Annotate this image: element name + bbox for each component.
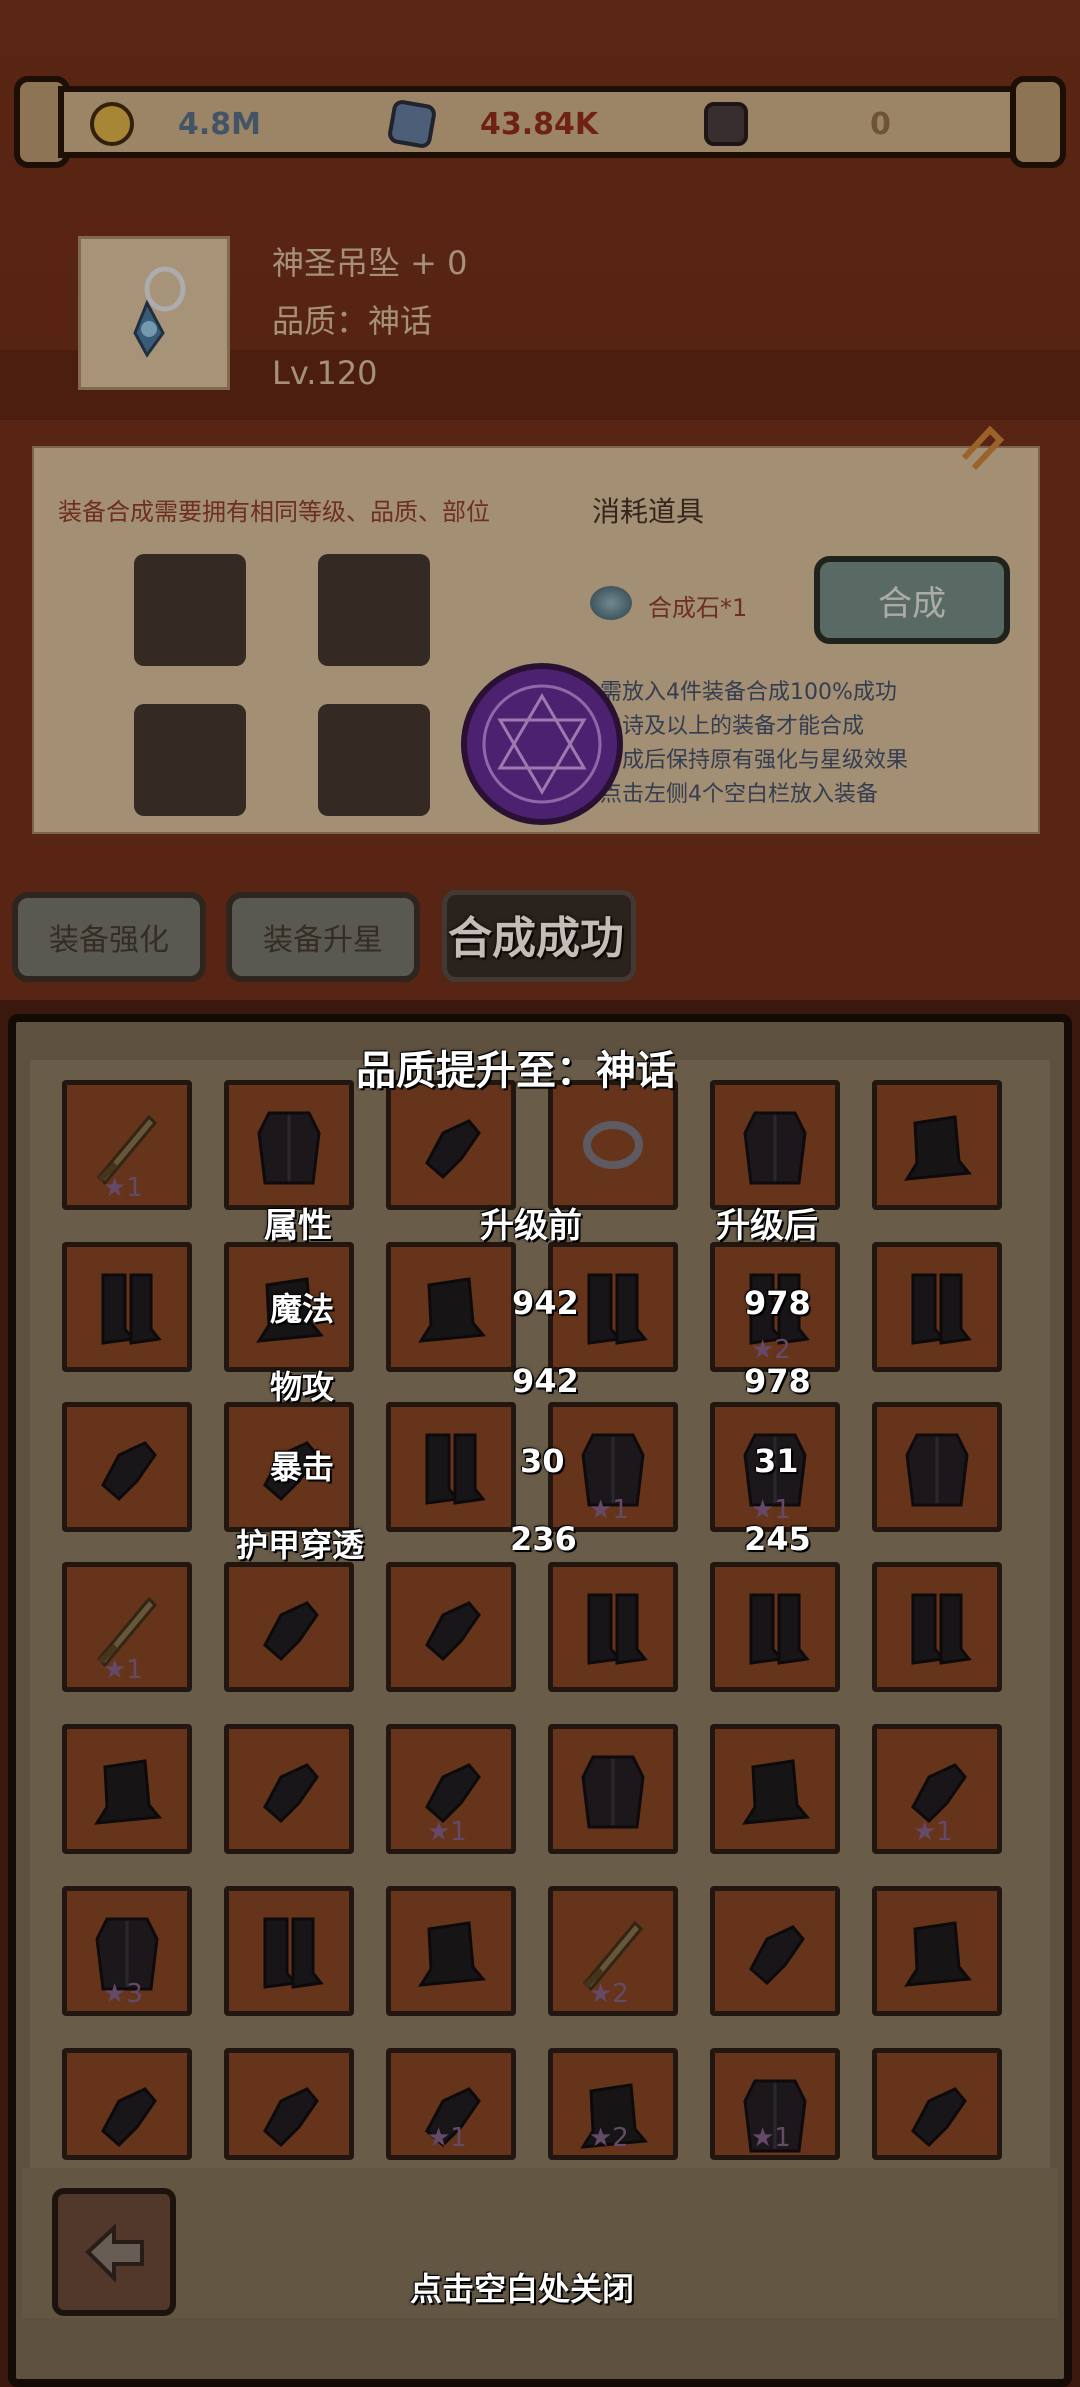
header-attribute: 属性 <box>264 1206 332 1246</box>
row-before-3: 30 <box>520 1442 565 1480</box>
row-before-2: 942 <box>512 1362 579 1400</box>
header-after: 升级后 <box>716 1206 818 1246</box>
row-before-4: 236 <box>510 1520 577 1558</box>
row-before-1: 942 <box>512 1284 579 1322</box>
row-attr-2: 物攻 <box>270 1368 335 1406</box>
row-after-4: 245 <box>744 1520 811 1558</box>
row-after-3: 31 <box>754 1442 799 1480</box>
row-attr-3: 暴击 <box>270 1448 335 1486</box>
row-after-2: 978 <box>744 1362 811 1400</box>
header-before: 升级前 <box>480 1206 582 1246</box>
row-attr-1: 魔法 <box>270 1290 335 1328</box>
row-after-1: 978 <box>744 1284 811 1322</box>
row-attr-4: 护甲穿透 <box>236 1526 365 1564</box>
close-hint[interactable]: 点击空白处关闭 <box>410 2264 634 2310</box>
result-title: 品质提升至：神话 <box>356 1048 676 1094</box>
